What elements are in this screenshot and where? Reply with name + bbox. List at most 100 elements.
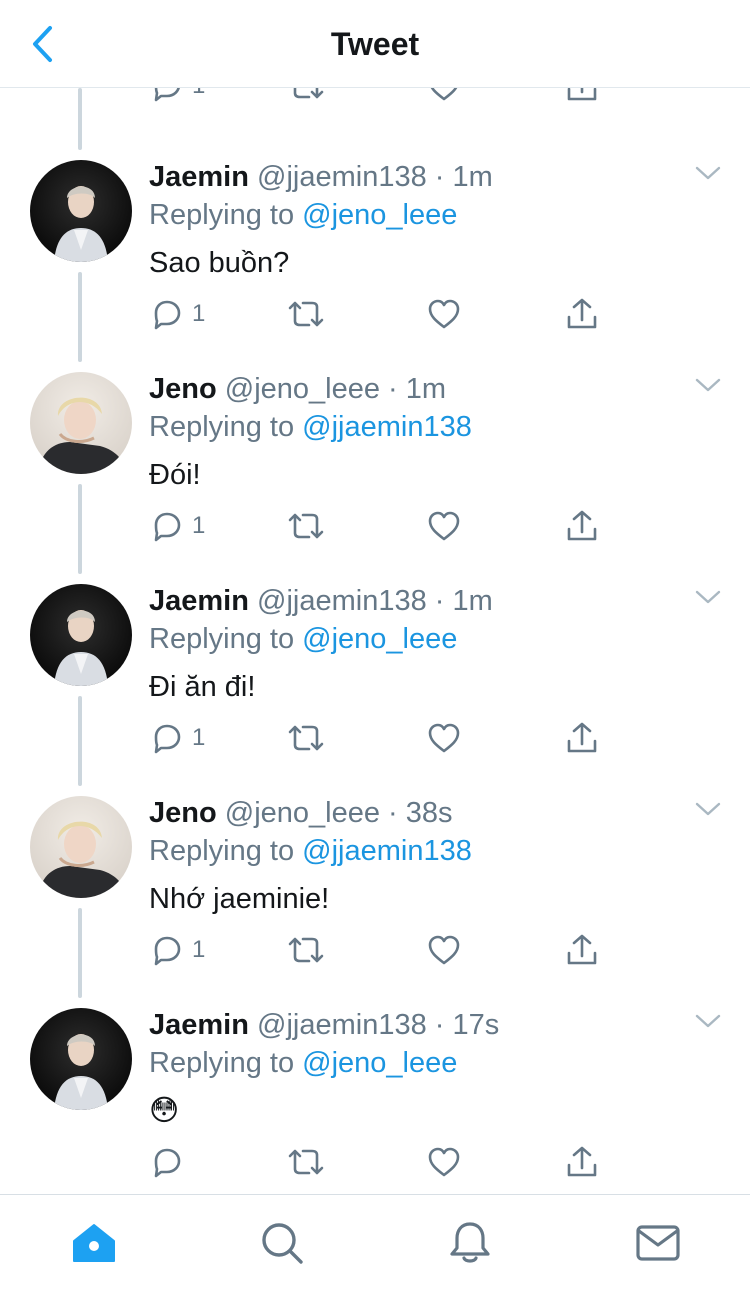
tweet[interactable]: Jaemin @jjaemin138 · 1m Replying to @jen…: [0, 584, 750, 796]
tweet-header: Jeno @jeno_leee · 1m: [149, 372, 446, 406]
profile-photo: [54, 610, 108, 686]
tweet-menu-button[interactable]: [694, 164, 722, 184]
reply-icon: [154, 512, 181, 542]
user-handle[interactable]: @jeno_leee: [225, 373, 380, 405]
replying-to-line: Replying to @jeno_leee: [149, 1046, 457, 1080]
tweet[interactable]: Jeno @jeno_leee · 38s Replying to @jjaem…: [0, 796, 750, 1008]
display-name[interactable]: Jeno: [149, 797, 217, 829]
reply-count: 1: [192, 512, 206, 539]
reply-button[interactable]: 1: [150, 88, 205, 106]
user-handle[interactable]: @jeno_leee: [225, 797, 380, 829]
share-icon: [567, 934, 597, 965]
share-icon: [567, 1146, 597, 1177]
replying-to-label: Replying to: [149, 1047, 295, 1079]
tweet-menu-button[interactable]: [694, 1012, 722, 1032]
profile-photo: [54, 1034, 108, 1110]
previous-tweet-actions: 1: [0, 88, 750, 110]
display-name[interactable]: Jaemin: [149, 585, 249, 617]
avatar[interactable]: [30, 1008, 132, 1110]
tweet-menu-button[interactable]: [694, 800, 722, 820]
replying-to-line: Replying to @jjaemin138: [149, 410, 472, 444]
retweet-icon: [288, 725, 324, 751]
tweet-actions: 1: [0, 294, 750, 334]
replying-to-handle[interactable]: @jeno_leee: [302, 1047, 457, 1079]
share-button[interactable]: [564, 88, 600, 106]
reply-count: 1: [192, 936, 206, 963]
avatar[interactable]: [30, 796, 132, 898]
retweet-button[interactable]: [286, 930, 326, 970]
share-button[interactable]: [564, 1142, 600, 1182]
retweet-icon: [288, 1149, 324, 1175]
bottom-tab-bar: [0, 1194, 750, 1294]
separator-dot: ·: [388, 797, 398, 829]
avatar[interactable]: [30, 160, 132, 262]
tweet-actions: 1: [0, 718, 750, 758]
replying-to-handle[interactable]: @jjaemin138: [302, 835, 472, 867]
like-button[interactable]: [426, 506, 462, 546]
retweet-button[interactable]: [286, 506, 326, 546]
timestamp: 38s: [405, 797, 453, 829]
tweet-text: Nhớ jaeminie!: [149, 883, 330, 915]
chevron-down-icon: [695, 1014, 721, 1028]
replying-to-handle[interactable]: @jjaemin138: [302, 411, 472, 443]
replying-to-label: Replying to: [149, 199, 295, 231]
tweet[interactable]: Jaemin @jjaemin138 · 1m Replying to @jen…: [0, 160, 750, 372]
reply-button[interactable]: 1: [150, 294, 205, 334]
tweet-text: Đói!: [149, 459, 201, 491]
tweet[interactable]: Jeno @jeno_leee · 1m Replying to @jjaemi…: [0, 372, 750, 584]
replying-to-handle[interactable]: @jeno_leee: [302, 199, 457, 231]
top-navigation-bar: Tweet: [0, 0, 750, 88]
tab-notifications[interactable]: [444, 1217, 496, 1269]
share-button[interactable]: [564, 930, 600, 970]
share-button[interactable]: [564, 506, 600, 546]
replying-to-line: Replying to @jeno_leee: [149, 198, 457, 232]
tweet-actions: 1: [0, 930, 750, 970]
reply-icon: [154, 300, 181, 330]
tweet-actions: 1: [0, 506, 750, 546]
timestamp: 1m: [405, 373, 447, 405]
replying-to-handle[interactable]: @jeno_leee: [302, 623, 457, 655]
user-handle[interactable]: @jjaemin138: [257, 585, 427, 617]
reply-button[interactable]: [150, 1142, 192, 1182]
avatar[interactable]: [30, 584, 132, 686]
user-handle[interactable]: @jjaemin138: [257, 1009, 427, 1041]
like-button[interactable]: [426, 294, 462, 334]
like-button[interactable]: [426, 1142, 462, 1182]
share-icon: [567, 722, 597, 753]
retweet-button[interactable]: [286, 1142, 326, 1182]
user-handle[interactable]: @jjaemin138: [257, 161, 427, 193]
tweet-header: Jaemin @jjaemin138 · 1m: [149, 160, 493, 194]
heart-icon: [428, 935, 460, 965]
like-button[interactable]: [426, 930, 462, 970]
tab-search[interactable]: [256, 1217, 308, 1269]
reply-icon: [154, 88, 180, 102]
tweet-header: Jaemin @jjaemin138 · 1m: [149, 584, 493, 618]
like-button[interactable]: [426, 718, 462, 758]
share-button[interactable]: [564, 718, 600, 758]
retweet-icon: [288, 937, 324, 963]
replying-to-label: Replying to: [149, 411, 295, 443]
reply-button[interactable]: 1: [150, 930, 205, 970]
avatar[interactable]: [30, 372, 132, 474]
display-name[interactable]: Jaemin: [149, 161, 249, 193]
tweet[interactable]: Jaemin @jjaemin138 · 17s Replying to @je…: [0, 1008, 750, 1194]
share-button[interactable]: [564, 294, 600, 334]
tweet-menu-button[interactable]: [694, 588, 722, 608]
retweet-button[interactable]: [286, 294, 326, 334]
tab-home[interactable]: [68, 1217, 120, 1269]
reply-button[interactable]: 1: [150, 718, 205, 758]
tweet-menu-button[interactable]: [694, 376, 722, 396]
tweet-text: 😳: [149, 1095, 180, 1127]
retweet-button[interactable]: [286, 718, 326, 758]
replying-to-line: Replying to @jjaemin138: [149, 834, 472, 868]
tweet-text: Đi ăn đi!: [149, 671, 256, 703]
profile-photo: [38, 397, 126, 474]
reply-button[interactable]: 1: [150, 506, 205, 546]
retweet-button[interactable]: [286, 88, 326, 106]
display-name[interactable]: Jaemin: [149, 1009, 249, 1041]
like-button[interactable]: [426, 88, 462, 106]
display-name[interactable]: Jeno: [149, 373, 217, 405]
tweet-header: Jeno @jeno_leee · 38s: [149, 796, 453, 830]
tweet-thread[interactable]: 1 Jaemin @jjaemin138 · 1m Rep: [0, 88, 750, 1194]
tab-messages[interactable]: [632, 1217, 684, 1269]
